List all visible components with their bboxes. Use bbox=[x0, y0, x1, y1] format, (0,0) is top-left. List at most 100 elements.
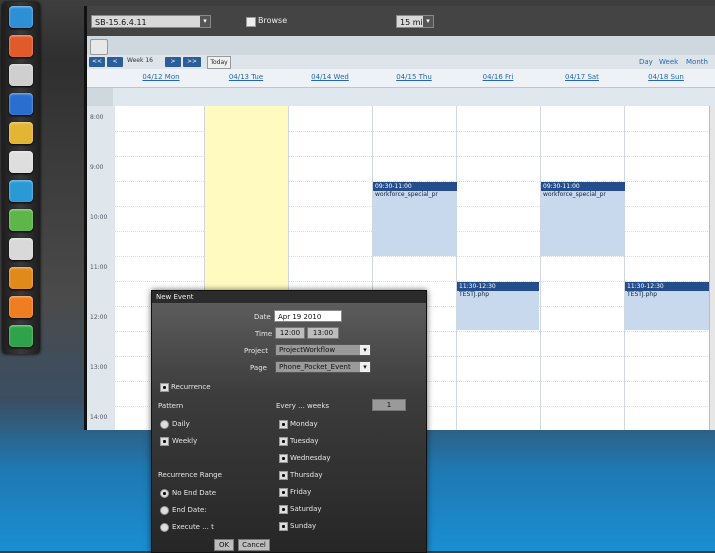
date-field[interactable]: Apr 19 2010 bbox=[274, 310, 342, 322]
view-month-link[interactable]: Month bbox=[686, 58, 708, 66]
day-header[interactable]: 04/12 Mon bbox=[119, 73, 203, 81]
weekday-label: Friday bbox=[290, 488, 312, 496]
shield-icon[interactable] bbox=[9, 325, 33, 347]
project-label: Project bbox=[244, 347, 268, 355]
time-from-field[interactable]: 12:00 bbox=[275, 327, 305, 339]
sunday-checkbox[interactable] bbox=[279, 522, 288, 531]
next-button[interactable]: > bbox=[165, 57, 181, 67]
tools-icon[interactable] bbox=[9, 35, 33, 57]
user-icon[interactable] bbox=[9, 267, 33, 289]
application-dock bbox=[2, 2, 40, 354]
chevron-down-icon: ▾ bbox=[360, 345, 370, 355]
chevron-down-icon: ▾ bbox=[423, 16, 433, 27]
day-header[interactable]: 04/16 Fri bbox=[456, 73, 540, 81]
browse-label: Browse bbox=[258, 16, 288, 25]
day-header[interactable]: 04/13 Tue bbox=[204, 73, 288, 81]
friday-checkbox[interactable] bbox=[279, 488, 288, 497]
calendar-event[interactable]: 09:30-11:00 workforce_special_pr bbox=[373, 182, 457, 256]
finder-icon[interactable] bbox=[9, 6, 33, 28]
day-header[interactable]: 04/15 Thu bbox=[372, 73, 456, 81]
interval-select[interactable]: 15 min ▾ bbox=[396, 15, 434, 28]
event-time: 09:30-11:00 bbox=[373, 182, 457, 191]
weekday-label: Tuesday bbox=[290, 437, 319, 445]
time-label: 14:00 bbox=[90, 414, 108, 421]
prev-button[interactable]: < bbox=[107, 57, 123, 67]
saturday-checkbox[interactable] bbox=[279, 505, 288, 514]
event-title: TESTJ.php bbox=[459, 291, 490, 298]
thursday-checkbox[interactable] bbox=[279, 471, 288, 480]
all-day-row[interactable] bbox=[113, 88, 715, 106]
recurrence-range-label: Recurrence Range bbox=[158, 471, 222, 479]
monitor-icon[interactable] bbox=[9, 180, 33, 202]
cancel-button[interactable]: Cancel bbox=[238, 539, 270, 551]
page-select-value: Phone_Pocket_Event bbox=[279, 363, 351, 371]
no-end-date-radio[interactable] bbox=[160, 489, 169, 498]
notes-icon[interactable] bbox=[9, 122, 33, 144]
weekday-label: Thursday bbox=[290, 471, 323, 479]
site-select[interactable]: SB-15.6.4.11 ▾ bbox=[91, 15, 211, 28]
every-weeks-field[interactable]: 1 bbox=[372, 399, 406, 411]
page-label: Page bbox=[250, 364, 267, 372]
calendar-event[interactable]: 09:30-11:00 workforce_special_pr bbox=[541, 182, 625, 256]
rss-icon[interactable] bbox=[9, 296, 33, 318]
event-title: workforce_special_pr bbox=[543, 191, 606, 198]
toolbar: SB-15.6.4.11 ▾ Browse 15 min ▾ bbox=[87, 6, 715, 36]
drive-icon[interactable] bbox=[9, 64, 33, 86]
time-label: 8:00 bbox=[90, 114, 104, 121]
project-select[interactable]: ProjectWorkflow ▾ bbox=[275, 344, 371, 356]
time-label: 10:00 bbox=[90, 214, 108, 221]
pattern-option: Daily bbox=[172, 420, 190, 428]
end-date-radio[interactable] bbox=[160, 506, 169, 515]
every-weeks-label: Every ... weeks bbox=[276, 402, 330, 410]
range-option: No End Date bbox=[172, 489, 217, 497]
wednesday-checkbox[interactable] bbox=[279, 454, 288, 463]
day-header[interactable]: 04/17 Sat bbox=[540, 73, 624, 81]
range-option: End Date: bbox=[172, 506, 207, 514]
calendar-icon[interactable] bbox=[9, 238, 33, 260]
graph-icon[interactable] bbox=[9, 209, 33, 231]
ok-button[interactable]: OK bbox=[214, 539, 234, 551]
view-day-link[interactable]: Day bbox=[639, 58, 653, 66]
calendar-event[interactable]: 11:30-12:30 TESTJ.php bbox=[625, 282, 709, 330]
event-title: TESTJ.php bbox=[627, 291, 658, 298]
pattern-label: Pattern bbox=[158, 402, 184, 410]
execute-times-radio[interactable] bbox=[160, 523, 169, 532]
next-week-button[interactable]: >> bbox=[183, 57, 201, 67]
day-header[interactable]: 04/14 Wed bbox=[288, 73, 372, 81]
tuesday-checkbox[interactable] bbox=[279, 437, 288, 446]
time-label: 11:00 bbox=[90, 264, 108, 271]
calendar-event[interactable]: 11:30-12:30 TESTJ.php bbox=[457, 282, 539, 330]
browse-checkbox[interactable] bbox=[246, 17, 256, 27]
pattern-weekly-radio[interactable] bbox=[160, 437, 169, 446]
chevron-down-icon: ▾ bbox=[200, 16, 210, 27]
page-select[interactable]: Phone_Pocket_Event ▾ bbox=[275, 361, 371, 373]
recurrence-checkbox[interactable] bbox=[160, 383, 169, 392]
today-button[interactable]: Today bbox=[207, 56, 231, 69]
document-icon[interactable] bbox=[9, 151, 33, 173]
day-header[interactable]: 04/18 Sun bbox=[624, 73, 708, 81]
weekday-label: Wednesday bbox=[290, 454, 331, 462]
event-time: 11:30-12:30 bbox=[625, 282, 709, 291]
prev-week-button[interactable]: << bbox=[89, 57, 105, 67]
menu-button[interactable] bbox=[90, 39, 108, 55]
project-select-value: ProjectWorkflow bbox=[279, 346, 336, 354]
pattern-option: Weekly bbox=[172, 437, 198, 445]
time-gutter: 8:00 9:00 10:00 11:00 12:00 13:00 14:00 bbox=[87, 106, 115, 430]
pattern-daily-radio[interactable] bbox=[160, 420, 169, 429]
week-label: Week 16 bbox=[127, 57, 153, 64]
date-label: Date bbox=[254, 313, 271, 321]
event-title: workforce_special_pr bbox=[375, 191, 438, 198]
event-time: 09:30-11:00 bbox=[541, 182, 625, 191]
globe-icon[interactable] bbox=[9, 93, 33, 115]
range-option: Execute ... t bbox=[172, 523, 214, 531]
site-select-value: SB-15.6.4.11 bbox=[95, 18, 147, 27]
dialog-title[interactable]: New Event bbox=[152, 291, 426, 303]
weekday-label: Sunday bbox=[290, 522, 317, 530]
time-label: 13:00 bbox=[90, 364, 108, 371]
monday-checkbox[interactable] bbox=[279, 420, 288, 429]
time-to-field[interactable]: 13:00 bbox=[307, 327, 339, 339]
vertical-scrollbar[interactable] bbox=[709, 106, 715, 430]
new-event-dialog: New Event Date Apr 19 2010 Time 12:00 13… bbox=[151, 290, 427, 553]
view-week-link[interactable]: Week bbox=[659, 58, 678, 66]
day-column-divider bbox=[624, 106, 625, 430]
